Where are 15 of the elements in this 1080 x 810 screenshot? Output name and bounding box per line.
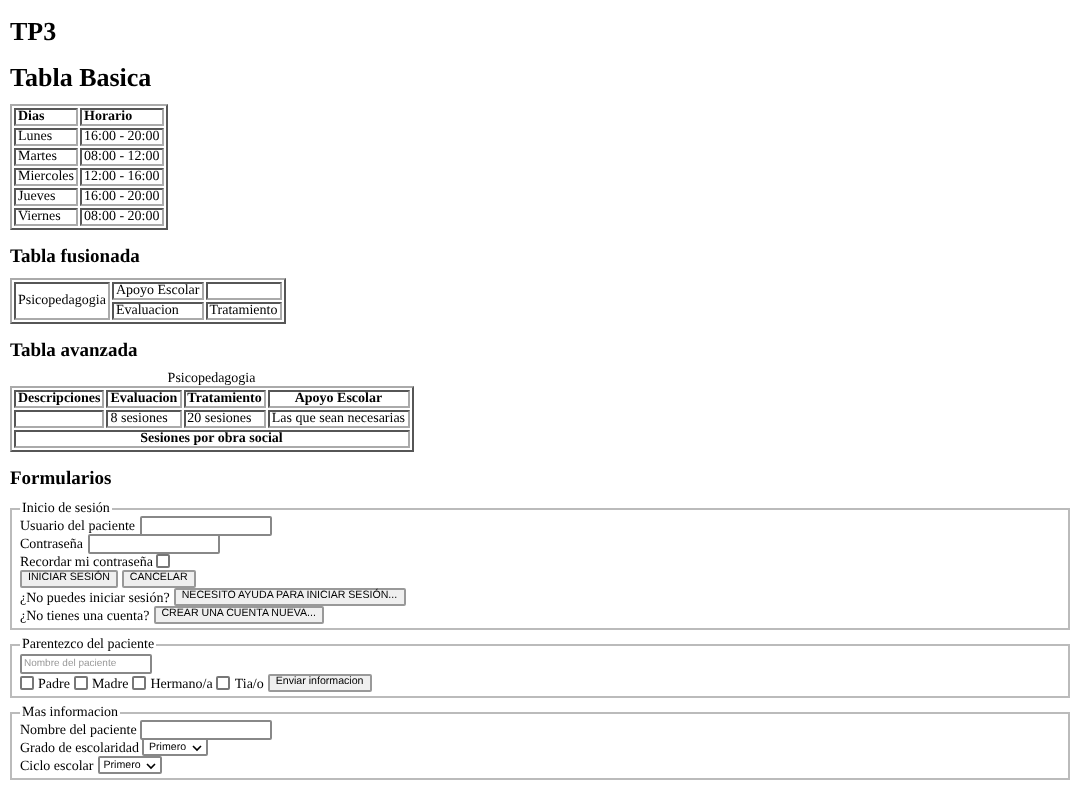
caret-icon (192, 743, 203, 751)
input-field[interactable] (139, 515, 272, 535)
checkbox[interactable] (216, 676, 231, 690)
input-field[interactable] (87, 533, 219, 553)
checkbox[interactable] (20, 676, 34, 690)
input-field[interactable] (140, 719, 273, 739)
section-heading: Tabla avanzada (10, 342, 140, 362)
checkbox[interactable] (73, 676, 88, 690)
section-heading: Formularios (10, 470, 114, 490)
section-heading: Tabla Basica (10, 62, 154, 94)
page-title: TP3 (10, 16, 59, 48)
section-heading: Tabla fusionada (10, 248, 142, 268)
checkbox[interactable] (132, 676, 147, 690)
caret-icon (146, 761, 157, 769)
checkbox[interactable] (156, 554, 171, 568)
